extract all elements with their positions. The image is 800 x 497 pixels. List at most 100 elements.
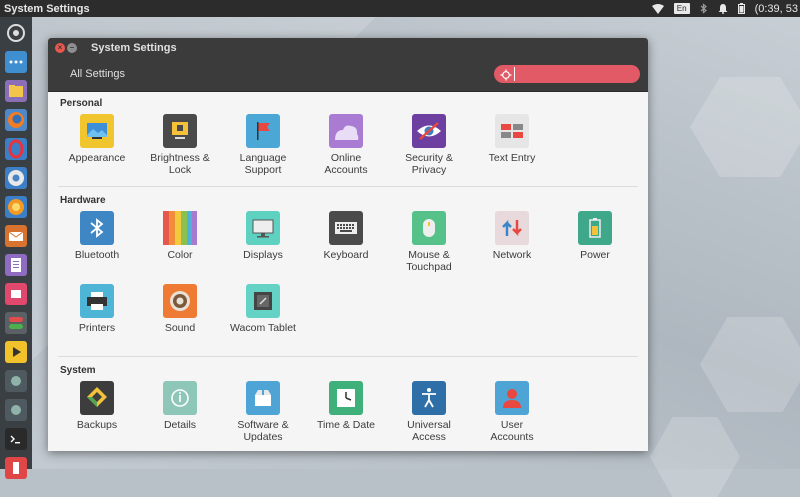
section-title-system: System <box>60 365 96 376</box>
keyboard-icon <box>329 211 363 245</box>
software-center-icon[interactable] <box>5 283 27 305</box>
toolbar: All Settings <box>48 57 648 92</box>
firefox-icon[interactable] <box>5 109 27 131</box>
eye-icon <box>412 114 446 148</box>
app-icon[interactable] <box>5 370 27 392</box>
settings-item-label: Language Support <box>239 152 287 176</box>
settings-item-label: Network <box>492 249 532 261</box>
settings-item-brightness-lock[interactable]: Brightness & Lock <box>142 114 218 176</box>
keyboard-layout-indicator[interactable]: En <box>673 0 690 17</box>
settings-item-label: Appearance <box>68 152 126 164</box>
clock-icon <box>329 381 363 415</box>
mail-app-icon[interactable] <box>5 225 27 247</box>
minimize-button[interactable]: – <box>67 42 77 53</box>
section-title-hardware: Hardware <box>60 195 106 206</box>
bluetooth-indicator-icon[interactable] <box>700 0 708 17</box>
clock-indicator[interactable]: (0:39, 53 <box>755 0 798 17</box>
settings-item-keyboard[interactable]: Keyboard <box>308 211 384 261</box>
settings-item-power[interactable]: Power <box>557 211 633 261</box>
settings-item-color[interactable]: Color <box>142 211 218 261</box>
backup-icon <box>80 381 114 415</box>
settings-item-online-accounts[interactable]: Online Accounts <box>308 114 384 176</box>
active-app-title: System Settings <box>4 2 90 15</box>
settings-item-user-accounts[interactable]: User Accounts <box>474 381 550 443</box>
settings-item-text-entry[interactable]: Text Entry <box>474 114 550 164</box>
system-settings-window: × – System Settings All Settings Persona… <box>48 38 648 451</box>
search-input[interactable] <box>514 67 631 81</box>
document-viewer-icon[interactable] <box>5 254 27 276</box>
top-panel: System Settings En (0:39, 53 <box>0 0 800 17</box>
settings-item-mouse-touchpad[interactable]: Mouse & Touchpad <box>391 211 467 273</box>
cloud-icon <box>329 114 363 148</box>
appearance-icon <box>80 114 114 148</box>
settings-item-label: Universal Access <box>407 419 451 443</box>
settings-item-label: Online Accounts <box>324 152 368 176</box>
settings-item-label: Details <box>163 419 197 431</box>
settings-item-appearance[interactable]: Appearance <box>59 114 135 164</box>
settings-item-label: Bluetooth <box>74 249 120 261</box>
settings-item-label: Power <box>580 249 610 261</box>
settings-item-label: Brightness & Lock <box>150 152 210 176</box>
browser-icon[interactable] <box>5 196 27 218</box>
settings-item-displays[interactable]: Displays <box>225 211 301 261</box>
bell-icon[interactable] <box>718 0 728 17</box>
wifi-icon[interactable] <box>651 0 664 17</box>
settings-item-label: Displays <box>243 249 283 261</box>
media-player-icon[interactable] <box>5 341 27 363</box>
brightness-lock-icon <box>163 114 197 148</box>
monitor-icon <box>246 211 280 245</box>
settings-item-label: Time & Date <box>317 419 375 431</box>
settings-item-label: Printers <box>78 322 116 334</box>
background-hexagon <box>700 317 800 412</box>
bluetooth-icon <box>80 211 114 245</box>
section-divider <box>58 186 638 187</box>
language-flag-icon <box>246 114 280 148</box>
settings-item-label: Software & Updates <box>237 419 289 443</box>
user-icon <box>495 381 529 415</box>
settings-item-language-support[interactable]: Language Support <box>225 114 301 176</box>
settings-item-bluetooth[interactable]: Bluetooth <box>59 211 135 261</box>
section-divider <box>58 356 638 357</box>
keyboard-layout-label: En <box>673 3 690 14</box>
software-box-icon <box>246 381 280 415</box>
settings-item-security-privacy[interactable]: Security & Privacy <box>391 114 467 176</box>
toggle-settings-icon[interactable] <box>5 312 27 334</box>
settings-item-network[interactable]: Network <box>474 211 550 261</box>
settings-item-label: Keyboard <box>323 249 369 261</box>
settings-item-label: Wacom Tablet <box>230 322 296 334</box>
tablet-icon <box>246 284 280 318</box>
settings-item-sound[interactable]: Sound <box>142 284 218 334</box>
window-title: System Settings <box>91 41 177 54</box>
battery-icon <box>578 211 612 245</box>
settings-item-backups[interactable]: Backups <box>59 381 135 431</box>
settings-item-printers[interactable]: Printers <box>59 284 135 334</box>
messaging-app-icon[interactable] <box>5 51 27 73</box>
battery-indicator-icon[interactable] <box>737 0 745 17</box>
settings-item-wacom-tablet[interactable]: Wacom Tablet <box>225 284 301 334</box>
network-icon <box>495 211 529 245</box>
files-app-icon[interactable] <box>5 80 27 102</box>
settings-item-label: Backups <box>76 419 118 431</box>
settings-item-universal-access[interactable]: Universal Access <box>391 381 467 443</box>
background-hexagon <box>690 77 800 177</box>
settings-item-label: Color <box>167 249 193 261</box>
settings-item-software-updates[interactable]: Software & Updates <box>225 381 301 443</box>
chromium-icon[interactable] <box>5 167 27 189</box>
search-icon <box>500 68 512 81</box>
app-icon[interactable] <box>5 399 27 421</box>
printer-icon <box>80 284 114 318</box>
text-entry-icon <box>495 114 529 148</box>
close-button[interactable]: × <box>55 42 65 53</box>
settings-item-label: Sound <box>164 322 196 334</box>
opera-icon[interactable] <box>5 138 27 160</box>
all-settings-button[interactable]: All Settings <box>70 68 125 80</box>
app-icon[interactable] <box>5 457 27 479</box>
settings-item-details[interactable]: Details <box>142 381 218 431</box>
terminal-icon[interactable] <box>5 428 27 450</box>
launcher <box>0 17 32 479</box>
speaker-icon <box>163 284 197 318</box>
search-field[interactable] <box>494 65 640 83</box>
window-titlebar: × – System Settings <box>48 38 648 57</box>
settings-item-time-date[interactable]: Time & Date <box>308 381 384 431</box>
dash-home-icon[interactable] <box>5 22 27 44</box>
